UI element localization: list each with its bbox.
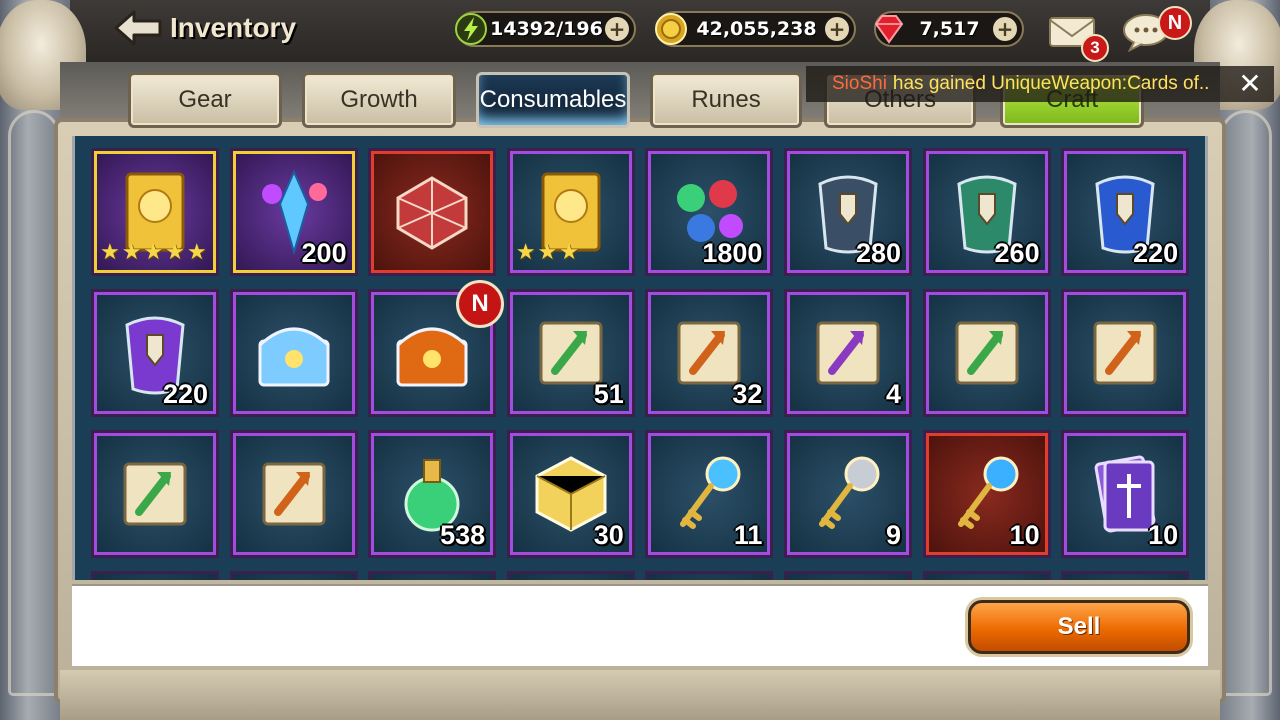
item-quantity: 9 [885,520,901,550]
gold-coin-icon [654,12,688,46]
world-notice-banner: SioShi has gained UniqueWeapon:Cards of.… [806,66,1274,102]
back-arrow-icon [114,10,162,46]
inventory-slot[interactable] [229,430,358,558]
gold-scroll-7day-icon [1093,321,1157,385]
inventory-slot[interactable]: 10 [922,430,1051,558]
inventory-slot[interactable] [91,430,219,558]
inventory-slot[interactable] [229,289,358,417]
tab-consumables[interactable]: Consumables [476,72,630,128]
ring-scroll-icon [816,321,880,385]
tab-gear[interactable]: Gear [128,72,282,128]
exp-scroll-7day-icon [955,321,1019,385]
item-quantity: 30 [593,520,624,550]
gold-scroll-1day-icon [262,462,326,526]
inventory-slot[interactable] [922,289,1051,417]
exp-scroll-1day-icon [123,462,187,526]
item-quantity: 10 [1009,520,1040,550]
inventory-slot[interactable]: 1800 [645,148,774,276]
inventory-slot[interactable]: 280 [784,148,912,276]
item-quantity: 51 [593,379,624,409]
item-quantity: 10 [1148,520,1179,550]
red-box-icon [396,176,468,250]
back-button[interactable] [112,10,164,46]
inventory-slot[interactable] [368,148,497,276]
ruby-counter: 7,517 + [874,11,1024,47]
inventory-slot-partial[interactable] [1061,571,1190,580]
item-quantity: 280 [855,238,901,268]
silver-key-icon [819,456,880,529]
inventory-slot[interactable] [1061,289,1190,417]
inventory-slot[interactable]: ★★★ [506,148,635,276]
item-grid[interactable]: ★★★★★ 200 ★★★ 1800 280 260 220 220 51 32 4 538 30 11 9… [72,136,1208,580]
energy-bolt-icon [454,12,488,46]
item-quantity: 220 [162,379,208,409]
inventory-slot-partial[interactable] [91,571,219,580]
sell-button[interactable]: Sell [968,600,1190,654]
inventory-slot[interactable]: 220 [1061,148,1190,276]
inventory-slot[interactable]: 220 [91,289,219,417]
inventory-slot-partial[interactable] [506,571,635,580]
inventory-slot[interactable]: 30 [506,430,635,558]
chat-new-badge: N [1158,6,1192,40]
inventory-slot[interactable]: 11 [645,430,774,558]
add-ruby-button[interactable]: + [993,17,1017,41]
add-energy-button[interactable]: + [605,17,629,41]
gold-counter: 42,055,238 + [654,11,856,47]
item-quantity: 200 [301,238,347,268]
ruby-value: 7,517 [919,18,980,40]
inventory-slot-partial[interactable] [645,571,774,580]
mail-count-badge: 3 [1081,34,1109,62]
energy-counter: 14392/196 + [454,11,636,47]
star-rating: ★★★★★ [100,240,209,265]
inventory-slot[interactable]: 200 [229,148,358,276]
item-quantity: 1800 [702,238,763,268]
tab-runes[interactable]: Runes [650,72,802,128]
inventory-slot-partial[interactable] [229,571,358,580]
inventory-slot-partial[interactable] [784,571,912,580]
inventory-slot[interactable]: 260 [922,148,1051,276]
item-quantity: 538 [440,520,486,550]
inventory-slot[interactable]: 32 [645,289,774,417]
item-quantity: 260 [994,238,1040,268]
notice-message: has gained UniqueWeapon:Cards of.. [892,73,1210,94]
inventory-slot[interactable]: 10 [1061,430,1190,558]
inventory-slot[interactable]: 4 [784,289,912,417]
inventory-slot[interactable]: 51 [506,289,635,417]
notice-player-name: SioShi [832,73,887,94]
item-quantity: 4 [885,379,901,409]
close-icon[interactable]: ✕ [1236,70,1264,98]
ruby-gem-icon [872,12,906,46]
energy-value: 14392/196 [490,18,603,40]
item-quantity: 11 [733,520,763,550]
page-title: Inventory [170,12,297,43]
inventory-slot-partial[interactable] [922,571,1051,580]
crystal-chest-icon [258,327,330,387]
star-rating: ★★★ [515,240,581,265]
inventory-slot[interactable]: 9 [784,430,912,558]
item-quantity: 220 [1133,238,1179,268]
item-quantity: 32 [732,379,763,409]
inventory-slot-partial[interactable] [368,571,497,580]
inventory-slot[interactable]: 538 [368,430,497,558]
panel-base [60,670,1220,720]
tab-growth[interactable]: Growth [302,72,456,128]
new-item-badge: N [456,280,504,328]
add-gold-button[interactable]: + [825,17,849,41]
gold-value: 42,055,238 [696,18,817,40]
inventory-slot[interactable]: ★★★★★ [91,148,219,276]
